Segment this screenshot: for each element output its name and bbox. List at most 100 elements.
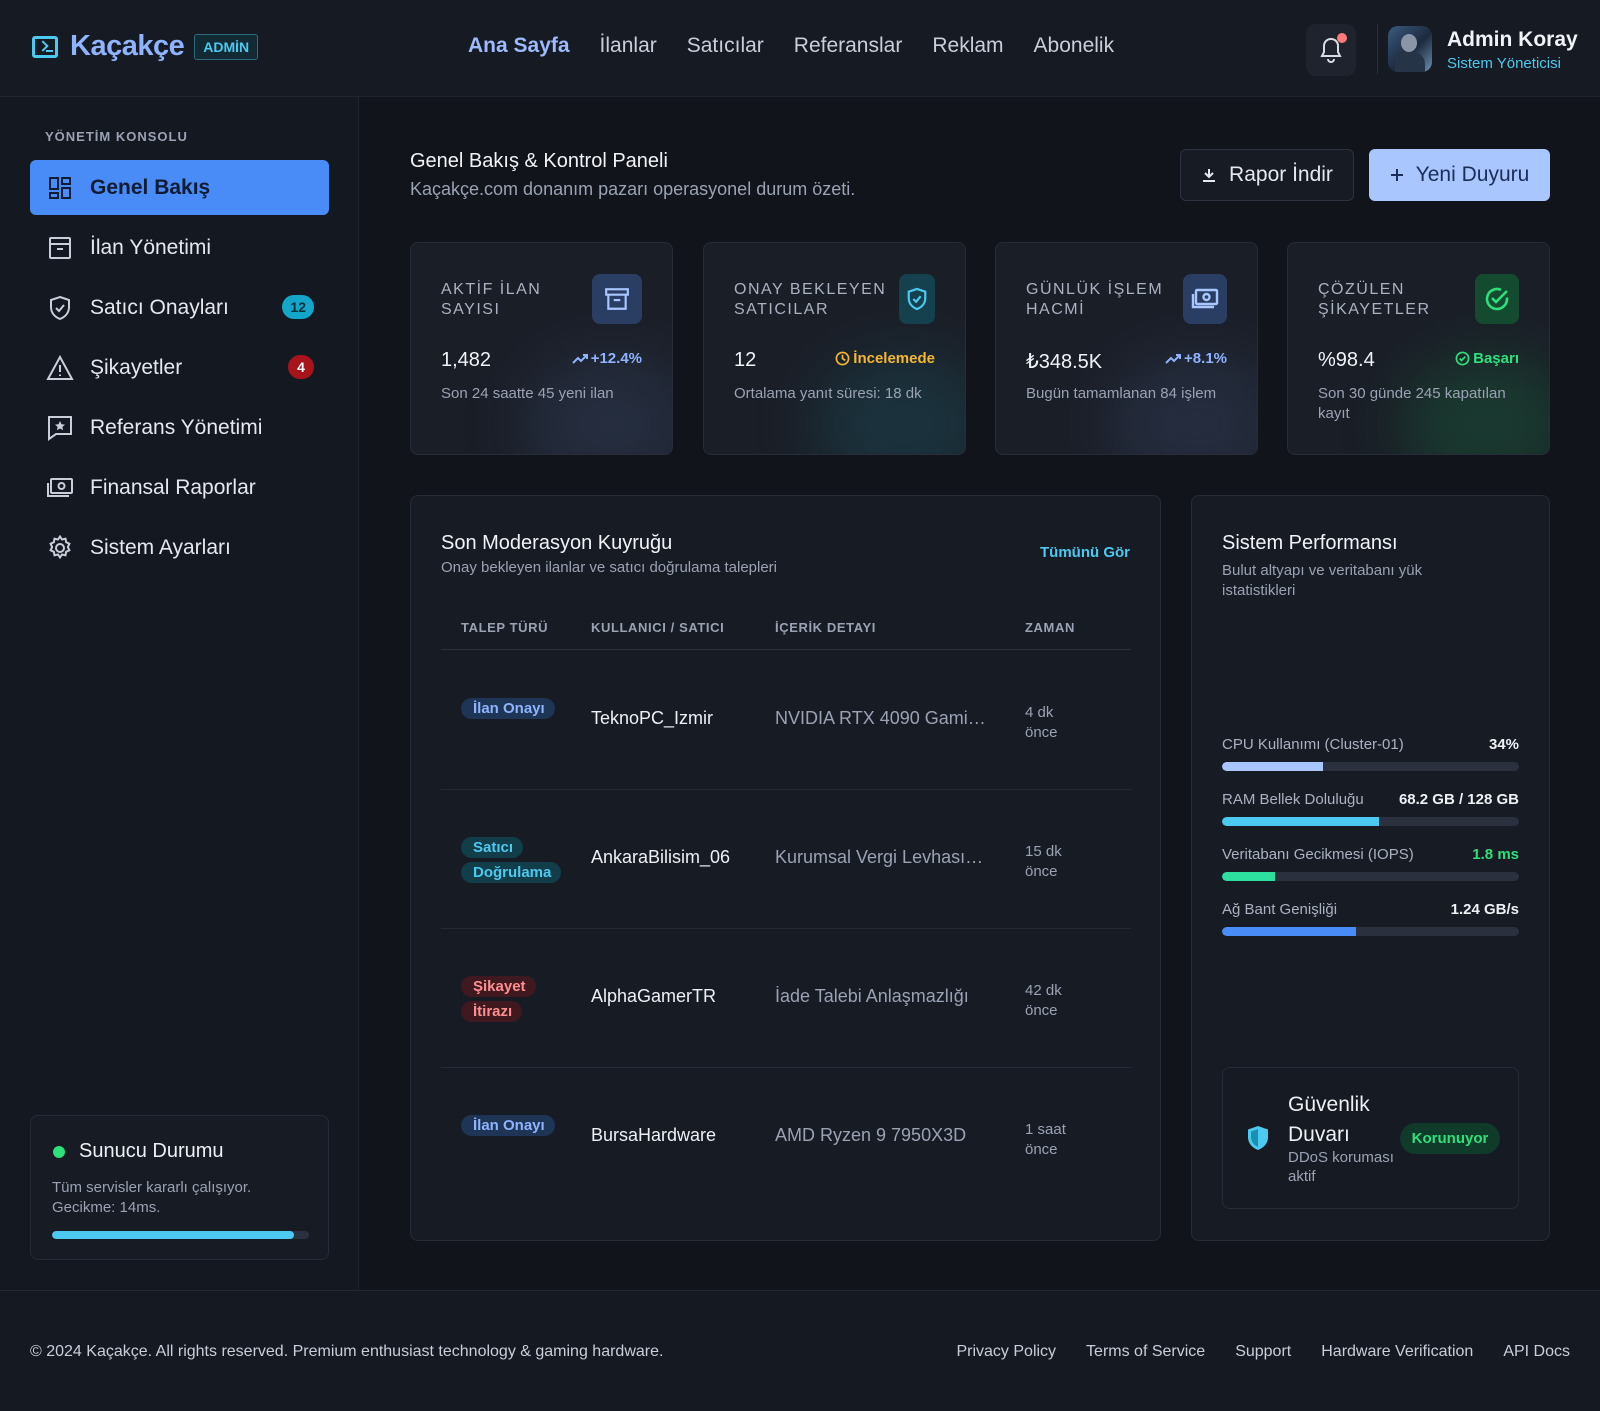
logo[interactable]: Kaçakçe ADMİN xyxy=(32,30,259,63)
header-divider xyxy=(1377,24,1378,74)
sidebar-item-label: Sistem Ayarları xyxy=(90,535,231,559)
nav-ana-sayfa[interactable]: Ana Sayfa xyxy=(468,34,570,58)
footer-link-hardware-verification[interactable]: Hardware Verification xyxy=(1321,1343,1473,1361)
metric-bar-fill xyxy=(1222,872,1276,881)
column-header: ZAMAN xyxy=(1025,620,1075,635)
user-role: Sistem Yöneticisi xyxy=(1447,55,1561,72)
system-performance-panel: Sistem Performansı Bulut altyapı ve veri… xyxy=(1191,495,1550,1241)
row-detail: NVIDIA RTX 4090 Gaming OC xyxy=(775,708,987,728)
admin-badge: ADMİN xyxy=(194,33,259,60)
stat-card-resolved-complaints[interactable]: ÇÖZÜLEN ŞİKAYETLER %98.4 Başarı Son 30 g… xyxy=(1287,242,1550,455)
row-user[interactable]: AnkaraBilisim_06 xyxy=(591,847,730,868)
stat-card-daily-volume[interactable]: GÜNLÜK İŞLEM HACMİ ₺348.5K +8.1% Bugün t… xyxy=(995,242,1258,455)
table-row[interactable]: Satıcı Doğrulama AnkaraBilisim_06 Kurums… xyxy=(441,790,1131,929)
metric-bar-fill xyxy=(1222,817,1380,826)
card-glow xyxy=(1107,354,1257,454)
nav-referanslar[interactable]: Referanslar xyxy=(794,34,903,58)
sidebar-item-finansal-raporlar[interactable]: Finansal Raporlar xyxy=(30,460,329,515)
sidebar-item-satici-onaylari[interactable]: Satıcı Onayları 12 xyxy=(30,280,329,335)
stat-trend: İncelemede xyxy=(835,350,935,367)
sidebar-item-label: İlan Yönetimi xyxy=(90,235,212,259)
avatar[interactable] xyxy=(1388,26,1432,72)
table-row[interactable]: İlan Onayı TeknoPC_Izmir NVIDIA RTX 4090… xyxy=(441,651,1131,790)
trending-up-icon xyxy=(571,353,588,364)
metric-value: 68.2 GB / 128 GB xyxy=(1398,791,1519,808)
stat-note: Bugün tamamlanan 84 işlem xyxy=(1026,385,1217,402)
sidebar-item-genel-bakis[interactable]: Genel Bakış xyxy=(30,160,329,215)
warning-icon xyxy=(46,354,74,382)
shield-icon xyxy=(1247,1125,1269,1156)
server-status-card: Sunucu Durumu Tüm servisler kararlı çalı… xyxy=(30,1115,329,1260)
sidebar-item-referans-yonetimi[interactable]: Referans Yönetimi xyxy=(30,400,329,455)
stat-note: Ortalama yanıt süresi: 18 dk xyxy=(734,385,922,402)
row-time: 42 dk önce xyxy=(1025,982,1062,1019)
footer-link-terms[interactable]: Terms of Service xyxy=(1086,1343,1205,1361)
metric-cpu: CPU Kullanımı (Cluster-01) 34% xyxy=(1222,736,1519,776)
metric-bar xyxy=(1222,762,1519,771)
user-name: Admin Koray xyxy=(1447,28,1578,51)
row-user[interactable]: TeknoPC_Izmir xyxy=(591,708,713,729)
row-user[interactable]: BursaHardware xyxy=(591,1125,716,1146)
queue-subtitle: Onay bekleyen ilanlar ve satıcı doğrulam… xyxy=(441,559,778,576)
nav-ilanlar[interactable]: İlanlar xyxy=(600,34,657,58)
metric-bar-fill xyxy=(1222,762,1323,771)
firewall-card: Güvenlik Duvarı DDoS koruması aktif Koru… xyxy=(1222,1067,1519,1209)
stat-note: Son 24 saatte 45 yeni ilan xyxy=(441,385,614,402)
nav-abonelik[interactable]: Abonelik xyxy=(1034,34,1115,58)
complaints-count-badge: 4 xyxy=(288,355,314,379)
request-type-tag: İlan Onayı xyxy=(461,696,571,721)
view-all-link[interactable]: Tümünü Gör xyxy=(1040,544,1130,561)
table-header: TALEP TÜRÜ KULLANICI / SATICI İÇERİK DET… xyxy=(441,610,1131,650)
stat-value: %98.4 xyxy=(1318,349,1375,371)
sidebar-item-sikayetler[interactable]: Şikayetler 4 xyxy=(30,340,329,395)
metric-value: 1.8 ms xyxy=(1472,846,1519,863)
download-report-button[interactable]: Rapor İndir xyxy=(1180,149,1354,201)
stat-trend-text: Başarı xyxy=(1473,350,1519,367)
sidebar-item-sistem-ayarlari[interactable]: Sistem Ayarları xyxy=(30,520,329,575)
metric-name: RAM Bellek Doluluğu xyxy=(1222,791,1364,808)
status-dot xyxy=(53,1146,65,1158)
metric-ram: RAM Bellek Doluluğu 68.2 GB / 128 GB xyxy=(1222,791,1519,831)
check-circle-icon xyxy=(1455,351,1470,366)
sidebar: YÖNETİM KONSOLU Genel Bakış İlan Yönetim… xyxy=(0,97,359,1290)
stat-trend: +8.1% xyxy=(1165,350,1227,367)
sidebar-item-label: Satıcı Onayları xyxy=(90,295,229,319)
row-time: 4 dk önce xyxy=(1025,704,1058,741)
metric-value: 1.24 GB/s xyxy=(1450,901,1519,918)
sidebar-title: YÖNETİM KONSOLU xyxy=(45,129,188,144)
row-user[interactable]: AlphaGamerTR xyxy=(591,986,716,1007)
server-status-desc: Tüm servisler kararlı çalışıyor. Gecikme… xyxy=(52,1179,252,1216)
metric-bar xyxy=(1222,872,1519,881)
row-time: 1 saat önce xyxy=(1025,1121,1066,1158)
footer-link-support[interactable]: Support xyxy=(1235,1343,1291,1361)
page-title: Genel Bakış & Kontrol Paneli xyxy=(410,150,668,172)
stat-label: ONAY BEKLEYEN SATICILAR xyxy=(734,281,887,318)
footer-link-api-docs[interactable]: API Docs xyxy=(1503,1343,1570,1361)
metric-value: 34% xyxy=(1488,736,1519,753)
footer-link-privacy[interactable]: Privacy Policy xyxy=(956,1343,1056,1361)
notification-button[interactable] xyxy=(1306,24,1356,76)
top-header: Kaçakçe ADMİN Ana Sayfa İlanlar Satıcıla… xyxy=(0,0,1600,97)
new-announcement-button[interactable]: Yeni Duyuru xyxy=(1369,149,1550,201)
stat-card-active-listings[interactable]: AKTİF İLAN SAYISI 1,482 +12.4% Son 24 sa… xyxy=(410,242,673,455)
money-icon xyxy=(1183,274,1227,324)
server-progress-bar xyxy=(52,1231,309,1239)
main-nav: Ana Sayfa İlanlar Satıcılar Referanslar … xyxy=(468,34,1114,58)
page-subtitle: Kaçakçe.com donanım pazarı operasyonel d… xyxy=(410,179,856,199)
column-header: KULLANICI / SATICI xyxy=(591,620,725,635)
sidebar-item-ilan-yonetimi[interactable]: İlan Yönetimi xyxy=(30,220,329,275)
new-announcement-label: Yeni Duyuru xyxy=(1415,163,1530,186)
row-detail: AMD Ryzen 9 7950X3D xyxy=(775,1125,967,1145)
plus-icon xyxy=(1390,169,1403,181)
stat-value: 12 xyxy=(734,349,757,371)
stat-value: 1,482 xyxy=(441,349,492,371)
server-status-title: Sunucu Durumu xyxy=(79,1140,224,1162)
nav-reklam[interactable]: Reklam xyxy=(932,34,1003,58)
stat-card-pending-sellers[interactable]: ONAY BEKLEYEN SATICILAR 12 İncelemede Or… xyxy=(703,242,966,455)
nav-saticilar[interactable]: Satıcılar xyxy=(687,34,764,58)
stat-trend: Başarı xyxy=(1455,350,1519,367)
row-detail: Kurumsal Vergi Levhası Onayı xyxy=(775,847,987,867)
table-row[interactable]: Şikayet İtirazı AlphaGamerTR İade Talebi… xyxy=(441,929,1131,1068)
table-row[interactable]: İlan Onayı BursaHardware AMD Ryzen 9 795… xyxy=(441,1068,1131,1207)
sidebar-item-label: Genel Bakış xyxy=(90,175,211,199)
